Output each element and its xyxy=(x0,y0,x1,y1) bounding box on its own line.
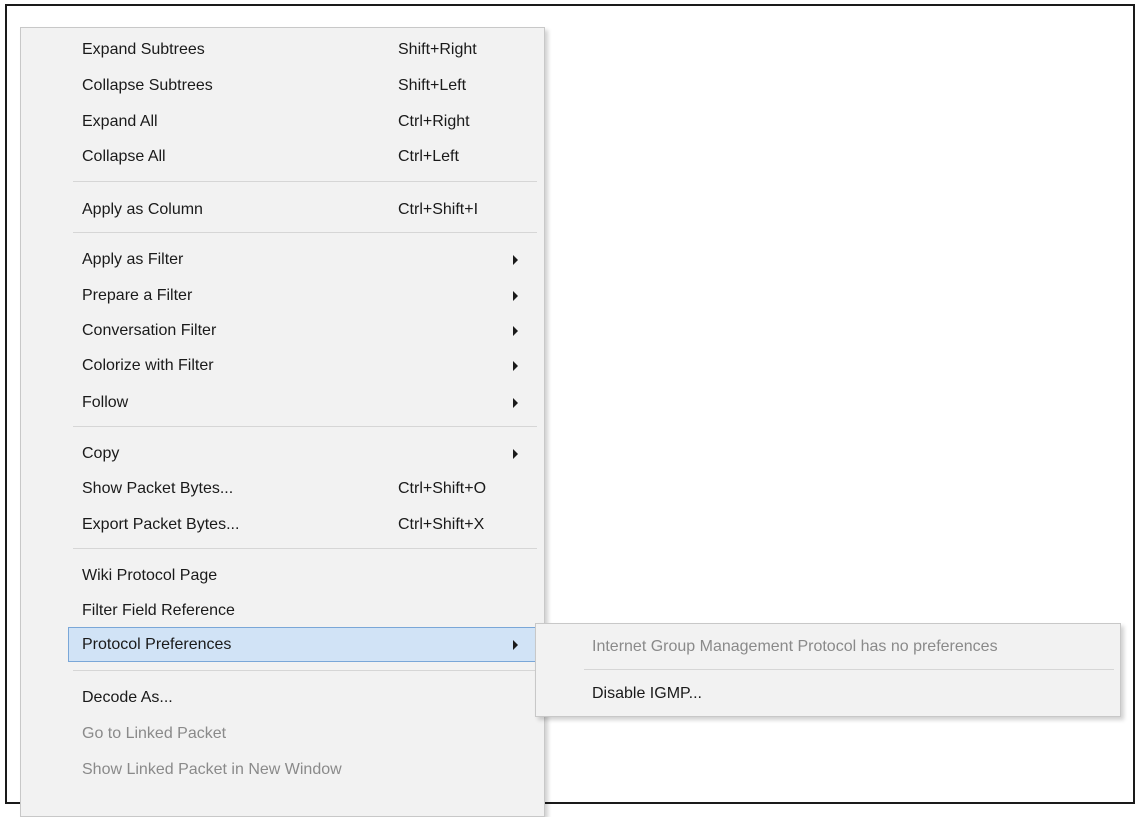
menu-item-label: Export Packet Bytes... xyxy=(82,515,240,533)
menu-item-label: Follow xyxy=(82,393,129,411)
submenu-arrow-icon xyxy=(513,254,518,265)
menu-item-expand-all[interactable]: Expand All Ctrl+Right xyxy=(70,104,540,139)
menu-item-wiki-protocol-page[interactable]: Wiki Protocol Page xyxy=(70,558,540,593)
submenu-arrow-icon xyxy=(513,639,518,650)
menu-item-shortcut: Ctrl+Shift+X xyxy=(398,515,485,533)
menu-item-collapse-subtrees[interactable]: Collapse Subtrees Shift+Left xyxy=(70,68,540,103)
menu-separator xyxy=(73,670,537,671)
menu-item-apply-as-filter[interactable]: Apply as Filter xyxy=(70,242,540,277)
menu-item-filter-field-reference[interactable]: Filter Field Reference xyxy=(70,593,540,628)
menu-item-label: Go to Linked Packet xyxy=(82,724,227,742)
submenu-arrow-icon xyxy=(513,325,518,336)
menu-item-shortcut: Shift+Right xyxy=(398,40,477,58)
menu-item-prepare-a-filter[interactable]: Prepare a Filter xyxy=(70,278,540,313)
submenu-arrow-icon xyxy=(513,360,518,371)
menu-item-shortcut: Ctrl+Left xyxy=(398,147,459,165)
menu-item-shortcut: Ctrl+Right xyxy=(398,112,470,130)
menu-separator xyxy=(73,181,537,182)
menu-item-show-linked-packet-new-window[interactable]: Show Linked Packet in New Window xyxy=(70,752,540,787)
menu-separator xyxy=(73,232,537,233)
menu-icon-gutter xyxy=(21,28,67,816)
menu-item-shortcut: Ctrl+Shift+O xyxy=(398,479,487,497)
menu-item-label: Apply as Filter xyxy=(82,250,184,268)
menu-item-label: Decode As... xyxy=(82,688,173,706)
menu-separator xyxy=(584,669,1114,670)
menu-item-label: Prepare a Filter xyxy=(82,286,193,304)
menu-item-label: Show Linked Packet in New Window xyxy=(82,760,342,778)
menu-item-colorize-with-filter[interactable]: Colorize with Filter xyxy=(70,348,540,383)
menu-item-shortcut: Ctrl+Shift+I xyxy=(398,200,479,218)
menu-item-expand-subtrees[interactable]: Expand Subtrees Shift+Right xyxy=(70,32,540,67)
menu-item-copy[interactable]: Copy xyxy=(70,436,540,471)
menu-item-export-packet-bytes[interactable]: Export Packet Bytes... Ctrl+Shift+X xyxy=(70,507,540,542)
menu-item-shortcut: Shift+Left xyxy=(398,76,467,94)
submenu-arrow-icon xyxy=(513,290,518,301)
menu-item-label: Wiki Protocol Page xyxy=(82,566,218,584)
submenu-info-text: Internet Group Management Protocol has n… xyxy=(592,638,998,655)
menu-item-show-packet-bytes[interactable]: Show Packet Bytes... Ctrl+Shift+O xyxy=(70,471,540,506)
menu-item-conversation-filter[interactable]: Conversation Filter xyxy=(70,313,540,348)
menu-item-label: Protocol Preferences xyxy=(82,635,232,653)
menu-item-label: Filter Field Reference xyxy=(82,601,235,619)
menu-separator xyxy=(73,426,537,427)
menu-item-decode-as[interactable]: Decode As... xyxy=(70,680,540,715)
disable-igmp-menu-item[interactable]: Disable IGMP... xyxy=(592,685,702,703)
menu-item-follow[interactable]: Follow xyxy=(70,385,540,420)
menu-separator xyxy=(73,548,537,549)
protocol-preferences-submenu: Internet Group Management Protocol has n… xyxy=(535,623,1121,717)
menu-item-label: Copy xyxy=(82,444,120,462)
menu-item-go-to-linked-packet[interactable]: Go to Linked Packet xyxy=(70,716,540,751)
menu-item-label: Colorize with Filter xyxy=(82,356,214,374)
menu-item-label: Show Packet Bytes... xyxy=(82,479,234,497)
menu-item-label: Expand All xyxy=(82,112,158,130)
menu-item-apply-as-column[interactable]: Apply as Column Ctrl+Shift+I xyxy=(70,192,540,227)
menu-item-label: Apply as Column xyxy=(82,200,203,218)
menu-item-label: Collapse Subtrees xyxy=(82,76,213,94)
menu-item-collapse-all[interactable]: Collapse All Ctrl+Left xyxy=(70,139,540,174)
menu-item-label: Conversation Filter xyxy=(82,321,217,339)
submenu-arrow-icon xyxy=(513,397,518,408)
menu-item-label: Collapse All xyxy=(82,147,166,165)
context-menu: Expand Subtrees Shift+Right Collapse Sub… xyxy=(20,27,545,817)
menu-item-protocol-preferences[interactable]: Protocol Preferences xyxy=(68,627,541,662)
submenu-arrow-icon xyxy=(513,448,518,459)
menu-item-label: Expand Subtrees xyxy=(82,40,205,58)
